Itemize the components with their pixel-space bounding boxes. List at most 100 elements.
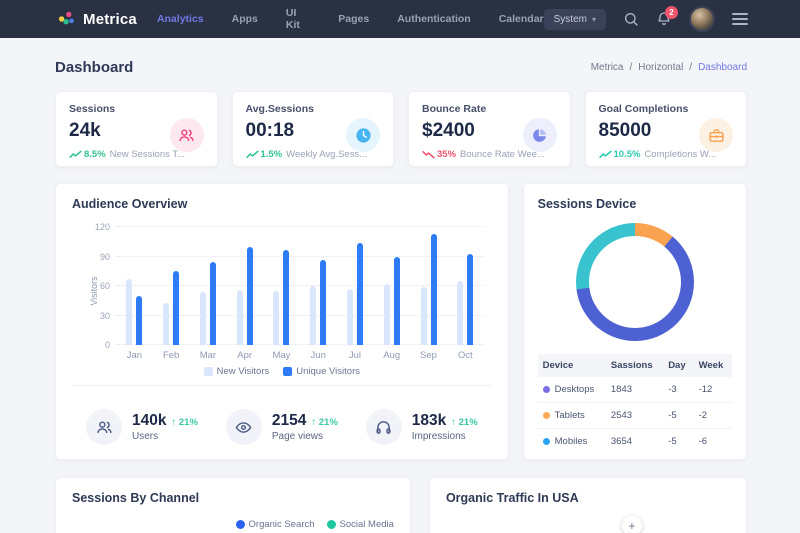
sessions-device-donut: [538, 223, 732, 341]
channel-legend-social-media[interactable]: Social Media: [327, 519, 394, 530]
nav-item-pages[interactable]: Pages: [338, 13, 369, 25]
stat-card-sessions: Sessions24k8.5%New Sessions T...: [55, 91, 218, 167]
notifications-button[interactable]: 2: [656, 11, 672, 27]
chevron-down-icon: ▾: [592, 15, 596, 24]
nav-item-apps[interactable]: Apps: [232, 13, 258, 25]
nav-item-calendar[interactable]: Calendar: [499, 13, 544, 25]
breadcrumb-item-horizontal[interactable]: Horizontal: [638, 62, 683, 73]
week-cell: -6: [694, 429, 732, 455]
donut-hole: [589, 236, 681, 328]
day-cell: -5: [663, 403, 693, 429]
y-tick-label: 0: [84, 340, 110, 350]
sessions-by-channel-card: Sessions By Channel Organic Search Social…: [55, 477, 411, 533]
bar-new-visitors-sep[interactable]: [421, 287, 427, 345]
nav-item-analytics[interactable]: Analytics: [157, 13, 204, 25]
breadcrumb-item-dashboard[interactable]: Dashboard: [698, 62, 747, 73]
organic-traffic-title: Organic Traffic In USA: [446, 491, 730, 505]
audience-stat-text: 183k ↑ 21% Impressions: [412, 412, 478, 442]
channel-legend-organic-search[interactable]: Organic Search: [236, 519, 315, 530]
top-navbar: Metrica Analytics Apps UI Kit Pages Authenti…: [0, 0, 800, 38]
x-tick-label: Oct: [447, 350, 484, 361]
nav-item-authentication[interactable]: Authentication: [397, 13, 471, 25]
sessions-by-channel-title: Sessions By Channel: [72, 491, 394, 505]
device-dot-icon: [543, 438, 550, 445]
map-zoom-in-button[interactable]: +: [622, 516, 642, 533]
bar-unique-visitors-jul[interactable]: [357, 243, 363, 345]
system-dropdown[interactable]: System ▾: [544, 9, 606, 30]
brand-name: Metrica: [83, 11, 137, 28]
audience-stat-label: Impressions: [412, 431, 478, 442]
bar-new-visitors-jun[interactable]: [310, 286, 316, 345]
sessions-device-title: Sessions Device: [538, 197, 732, 211]
user-avatar[interactable]: [689, 6, 715, 32]
bar-unique-visitors-apr[interactable]: [247, 247, 253, 345]
breadcrumb-separator: /: [629, 62, 632, 73]
users-icon: [170, 118, 204, 152]
legend-item-new-visitors[interactable]: New Visitors: [204, 366, 270, 377]
bar-unique-visitors-aug[interactable]: [394, 257, 400, 346]
users-icon: [86, 409, 122, 445]
sessions-cell: 3654: [606, 429, 663, 455]
bar-unique-visitors-jan[interactable]: [136, 296, 142, 345]
bar-new-visitors-oct[interactable]: [457, 281, 463, 345]
audience-stat-page-views: 2154↑ 21%Page views: [212, 395, 352, 459]
notification-badge: 2: [665, 6, 678, 19]
audience-stat-label: Users: [132, 431, 198, 442]
trend-up-icon: 1.5%: [246, 149, 283, 160]
audience-stat-delta: ↑ 21%: [451, 417, 477, 428]
bar-new-visitors-apr[interactable]: [237, 290, 243, 345]
bar-unique-visitors-may[interactable]: [283, 250, 289, 345]
navbar-actions: System ▾ 2: [544, 6, 748, 32]
audience-stat-value: 183k: [412, 412, 446, 430]
stat-card-label: Avg.Sessions: [246, 103, 381, 115]
legend-dot-icon: [327, 520, 336, 529]
bar-new-visitors-jan[interactable]: [126, 279, 132, 345]
bar-unique-visitors-jun[interactable]: [320, 260, 326, 345]
nav-item-ui-kit[interactable]: UI Kit: [286, 7, 310, 31]
bar-group-mar: [190, 227, 227, 345]
sessions-cell: 1843: [606, 377, 663, 403]
hamburger-icon[interactable]: [732, 13, 748, 25]
device-table-header-day: Day: [663, 354, 693, 377]
breadcrumb-item-metrica[interactable]: Metrica: [591, 62, 624, 73]
audience-stat-text: 140k↑ 21%Users: [132, 412, 198, 442]
trend-up-icon: 8.5%: [69, 149, 106, 160]
bar-unique-visitors-feb[interactable]: [173, 271, 179, 345]
bar-new-visitors-jul[interactable]: [347, 289, 353, 345]
stat-card-label: Goal Completions: [599, 103, 734, 115]
day-cell: -5: [663, 429, 693, 455]
bar-unique-visitors-oct[interactable]: [467, 254, 473, 345]
y-tick-label: 30: [84, 311, 110, 321]
clock-icon: [346, 118, 380, 152]
stat-card-desc-text: Bounce Rate Wee...: [460, 149, 545, 160]
x-tick-label: Apr: [226, 350, 263, 361]
eye-icon: [226, 409, 262, 445]
audience-stat-value: 2154: [272, 412, 306, 430]
bar-unique-visitors-sep[interactable]: [431, 234, 437, 345]
week-cell: -12: [694, 377, 732, 403]
bar-new-visitors-feb[interactable]: [163, 303, 169, 345]
bar-series: [116, 227, 484, 345]
bar-new-visitors-aug[interactable]: [384, 284, 390, 345]
x-tick-label: Jan: [116, 350, 153, 361]
legend-label: Social Media: [340, 519, 394, 530]
y-tick-label: 120: [84, 222, 110, 232]
bar-new-visitors-may[interactable]: [273, 291, 279, 345]
legend-label: Organic Search: [249, 519, 315, 530]
bar-unique-visitors-mar[interactable]: [210, 262, 216, 345]
device-cell: Tablets: [538, 403, 606, 429]
trend-down-icon: 35%: [422, 149, 456, 160]
audience-stat-text: 2154↑ 21%Page views: [272, 412, 338, 442]
bar-new-visitors-mar[interactable]: [200, 292, 206, 345]
bar-group-jan: [116, 227, 153, 345]
legend-item-unique-visitors[interactable]: Unique Visitors: [283, 366, 360, 377]
search-icon[interactable]: [623, 11, 639, 27]
brand[interactable]: Metrica: [58, 10, 137, 28]
audience-stats-row: 140k↑ 21%Users 2154↑ 21%Page views 183k ↑ 2…: [72, 385, 492, 459]
stat-card-avg-sessions: Avg.Sessions00:181.5%Weekly Avg.Sess...: [232, 91, 395, 167]
device-cell: Desktops: [538, 377, 606, 403]
audience-stat-impressions: 183k ↑ 21% Impressions: [352, 395, 492, 459]
legend-swatch: [204, 367, 213, 376]
device-dot-icon: [543, 386, 550, 393]
device-table-header-week: Week: [694, 354, 732, 377]
